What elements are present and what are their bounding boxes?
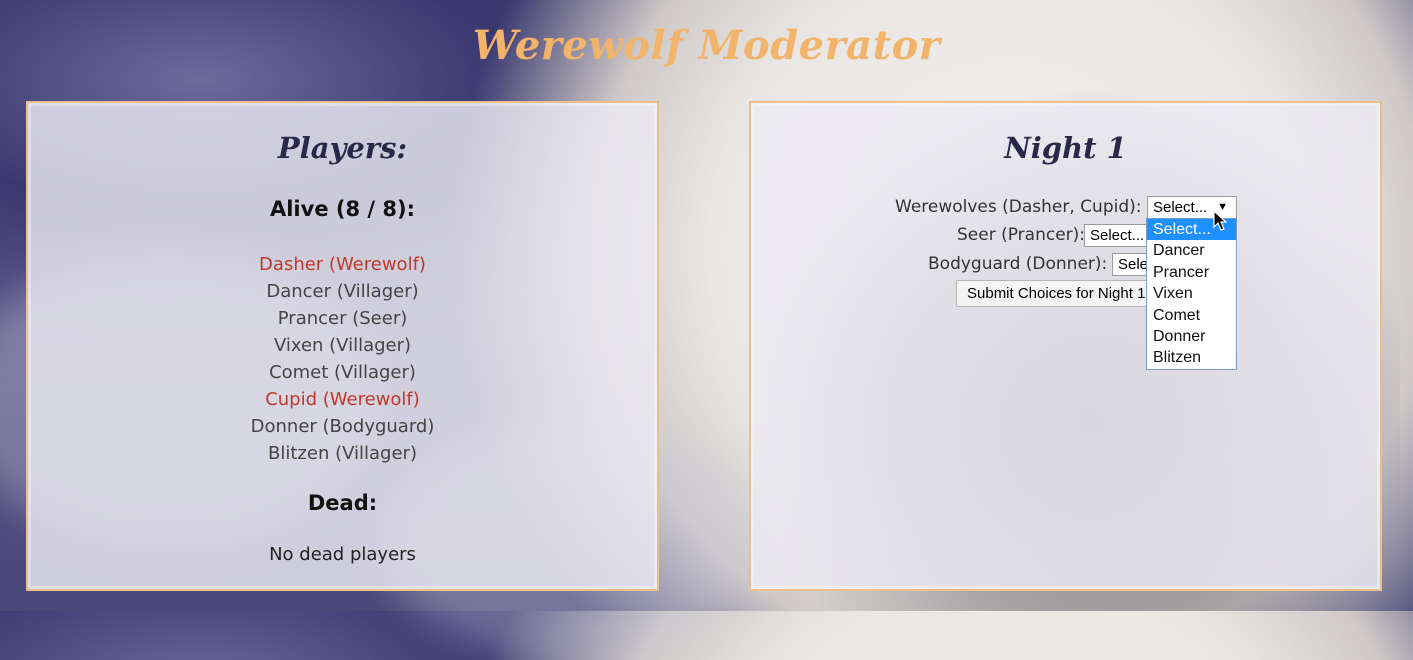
- werewolves-label: Werewolves (Dasher, Cupid):: [895, 197, 1142, 217]
- dropdown-option[interactable]: Comet: [1147, 305, 1236, 326]
- werewolves-select-value: Select...: [1153, 199, 1208, 216]
- bodyguard-label: Bodyguard (Donner):: [928, 254, 1108, 274]
- seer-select[interactable]: Select...: [1084, 224, 1154, 247]
- mouse-cursor-icon: [1213, 210, 1227, 231]
- dead-player-list: No dead players: [269, 544, 416, 565]
- players-heading: Players:: [277, 131, 408, 165]
- player-item: Cupid (Werewolf): [265, 389, 420, 410]
- player-item: Vixen (Villager): [273, 335, 412, 356]
- player-item: Comet (Villager): [269, 362, 416, 383]
- dead-heading: Dead:: [307, 491, 378, 515]
- dropdown-option[interactable]: Prancer: [1147, 262, 1236, 283]
- dropdown-option[interactable]: Blitzen: [1147, 347, 1236, 368]
- seer-label: Seer (Prancer):: [957, 225, 1086, 245]
- player-item: Donner (Bodyguard): [250, 416, 435, 437]
- night-heading: Night 1: [1004, 131, 1127, 165]
- submit-choices-button[interactable]: Submit Choices for Night 1: [956, 280, 1151, 307]
- werewolves-dropdown-list[interactable]: Select... Dancer Prancer Vixen Comet Donner Bl…: [1146, 218, 1237, 370]
- players-panel: Players: Alive (8 / 8): Dasher (Werewolf…: [26, 101, 659, 591]
- dropdown-option[interactable]: Donner: [1147, 326, 1236, 347]
- dropdown-option[interactable]: Dancer: [1147, 240, 1236, 261]
- alive-player-list: Dasher (Werewolf) Dancer (Villager) Prance…: [28, 251, 657, 467]
- night-panel: Night 1 Werewolves (Dasher, Cupid): Sele…: [749, 101, 1382, 591]
- app-title: Werewolf Moderator: [472, 22, 941, 69]
- player-item: Blitzen (Villager): [268, 443, 417, 464]
- player-item: Dancer (Villager): [266, 281, 419, 302]
- player-item: Prancer (Seer): [277, 308, 408, 329]
- dropdown-option[interactable]: Vixen: [1147, 283, 1236, 304]
- alive-heading: Alive (8 / 8):: [269, 197, 415, 221]
- seer-select-value: Select...: [1090, 227, 1145, 244]
- player-item: Dasher (Werewolf): [259, 254, 426, 275]
